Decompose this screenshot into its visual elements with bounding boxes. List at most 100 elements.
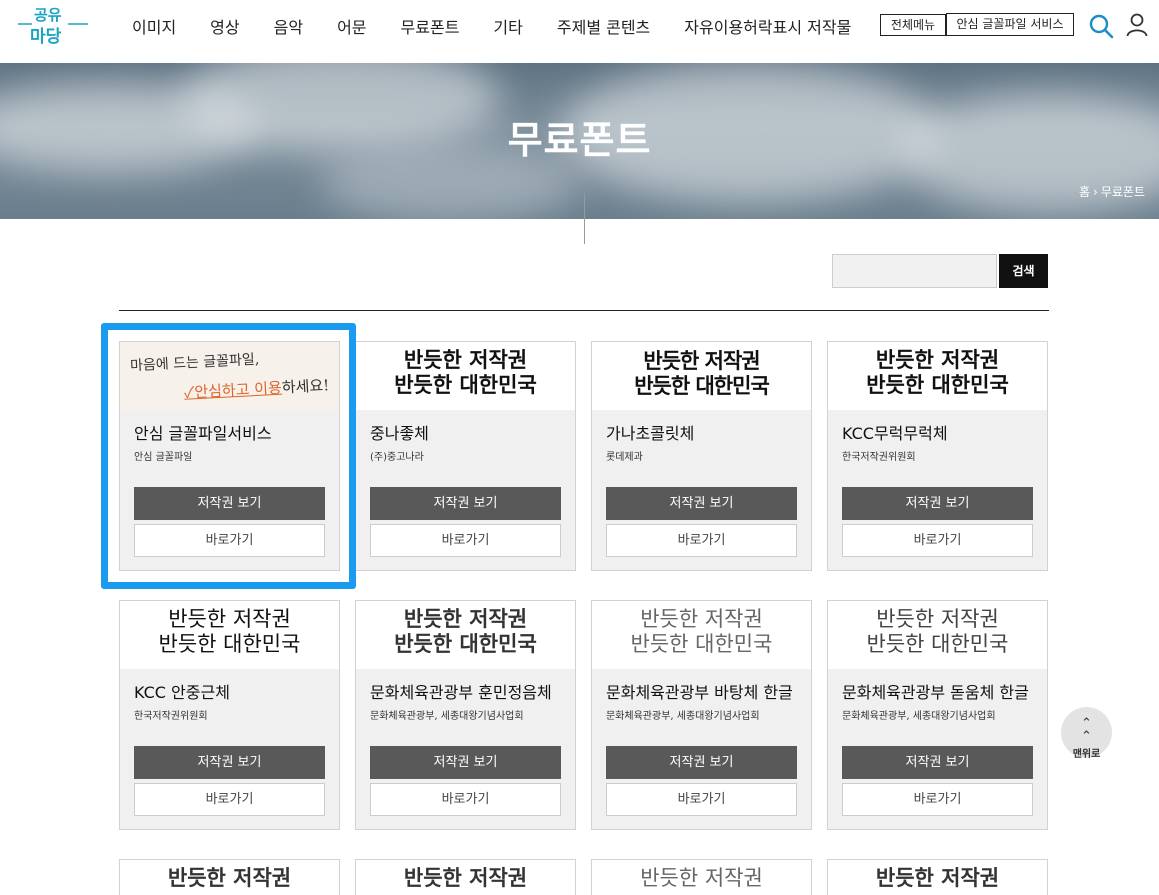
font-name: 가나초콜릿체: [606, 424, 695, 443]
font-sample-text: 반듯한 저작권 반듯한 대한민국: [394, 348, 537, 397]
nav-item-ccl-works[interactable]: 자유이용허락표시 저작물: [684, 14, 851, 38]
go-link-button[interactable]: 바로가기: [370, 524, 561, 557]
font-card: 반듯한 저작권: [591, 859, 812, 895]
breadcrumb-home[interactable]: 홈: [1079, 183, 1090, 200]
font-preview-image: 반듯한 저작권 반듯한 대한민국: [356, 342, 575, 410]
font-name: 중나좋체: [370, 424, 429, 443]
font-name: 문화체육관광부 훈민정음체: [370, 683, 552, 702]
font-preview-image: 반듯한 저작권 반듯한 대한민국: [828, 342, 1047, 410]
view-copyright-button[interactable]: 저작권 보기: [606, 746, 797, 779]
nav-item-theme-content[interactable]: 주제별 콘텐츠: [557, 14, 650, 38]
font-preview-image: 반듯한 저작권: [356, 860, 575, 895]
font-maker: 한국저작권위원회: [842, 452, 916, 463]
font-card: 반듯한 저작권 반듯한 대한민국 중나좋체 (주)중고나라 저작권 보기 바로가…: [355, 341, 576, 571]
font-card: 반듯한 저작권: [827, 859, 1048, 895]
font-card: 반듯한 저작권 반듯한 대한민국 KCC무럭무럭체 한국저작권위원회 저작권 보…: [827, 341, 1048, 571]
font-card: 반듯한 저작권 반듯한 대한민국 가나초콜릿체 롯데제과 저작권 보기 바로가기: [591, 341, 812, 571]
nav-item-etc[interactable]: 기타: [493, 14, 522, 38]
font-card: 반듯한 저작권 반듯한 대한민국 KCC 안중근체 한국저작권위원회 저작권 보…: [119, 600, 340, 830]
font-card: 반듯한 저작권 반듯한 대한민국 문화체육관광부 돋움체 한글 문화체육관광부,…: [827, 600, 1048, 830]
svg-text:마당: 마당: [30, 27, 62, 47]
view-copyright-button[interactable]: 저작권 보기: [370, 746, 561, 779]
font-preview-image: 반듯한 저작권: [120, 860, 339, 895]
font-maker: 문화체육관광부, 세종대왕기념사업회: [842, 711, 996, 722]
safe-font-service-button[interactable]: 안심 글꼴파일 서비스: [946, 13, 1074, 36]
font-maker: 롯데제과: [606, 452, 643, 463]
font-sample-text: 반듯한 저작권 반듯한 대한민국: [394, 607, 537, 656]
nav-item-music[interactable]: 음악: [274, 14, 303, 38]
go-link-button[interactable]: 바로가기: [606, 783, 797, 816]
font-preview-image: 반듯한 저작권 반듯한 대한민국: [356, 601, 575, 669]
svg-text:공유: 공유: [34, 6, 62, 24]
view-copyright-button[interactable]: 저작권 보기: [842, 487, 1033, 520]
font-name: 문화체육관광부 돋움체 한글: [842, 683, 1029, 702]
go-link-button[interactable]: 바로가기: [370, 783, 561, 816]
font-card: 마음에 드는 글꼴파일, ✓안심하고 이용하세요! 안심 글꼴파일서비스 안심 …: [119, 341, 340, 571]
page-banner: 무료폰트 홈 › 무료폰트: [0, 63, 1159, 219]
go-link-button[interactable]: 바로가기: [134, 524, 325, 557]
font-maker: 문화체육관광부, 세종대왕기념사업회: [606, 711, 760, 722]
font-preview-image: 반듯한 저작권 반듯한 대한민국: [592, 601, 811, 669]
promo-highlight: ✓안심하고 이용: [183, 378, 283, 402]
font-preview-image: 마음에 드는 글꼴파일, ✓안심하고 이용하세요!: [120, 342, 339, 410]
nav-item-free-font[interactable]: 무료폰트: [401, 14, 460, 38]
view-copyright-button[interactable]: 저작권 보기: [370, 487, 561, 520]
font-sample-text: 반듯한 저작권: [640, 866, 763, 890]
site-logo[interactable]: 공유 마당: [18, 2, 90, 52]
font-name: KCC 안중근체: [134, 683, 230, 702]
double-chevron-up-icon: ⌃ ⌃: [1081, 716, 1092, 744]
promo-line2: ✓안심하고 이용하세요!: [184, 374, 330, 403]
font-maker: 안심 글꼴파일: [134, 452, 193, 463]
font-maker: 문화체육관광부, 세종대왕기념사업회: [370, 711, 524, 722]
font-preview-image: 반듯한 저작권 반듯한 대한민국: [120, 601, 339, 669]
font-card: 반듯한 저작권 반듯한 대한민국 문화체육관광부 바탕체 한글 문화체육관광부,…: [591, 600, 812, 830]
font-preview-image: 반듯한 저작권 반듯한 대한민국: [592, 342, 811, 410]
font-sample-text: 반듯한 저작권 반듯한 대한민국: [634, 348, 770, 398]
view-copyright-button[interactable]: 저작권 보기: [134, 746, 325, 779]
site-header: 공유 마당 이미지 영상 음악 어문 무료폰트 기타 주제별 콘텐츠 자유이용허…: [0, 0, 1159, 63]
promo-rest: 하세요!: [281, 376, 330, 397]
search-input[interactable]: [832, 254, 997, 288]
font-card: 반듯한 저작권: [119, 859, 340, 895]
scroll-to-top-button[interactable]: ⌃ ⌃ 맨위로: [1061, 707, 1112, 760]
font-sample-text: 반듯한 저작권: [167, 866, 292, 890]
breadcrumb: 홈 › 무료폰트: [1079, 183, 1148, 200]
font-preview-image: 반듯한 저작권: [828, 860, 1047, 895]
all-menu-button[interactable]: 전체메뉴: [880, 14, 946, 36]
font-sample-text: 반듯한 저작권 반듯한 대한민국: [866, 348, 1009, 397]
search-button[interactable]: 검색: [999, 254, 1048, 288]
go-link-button[interactable]: 바로가기: [842, 524, 1033, 557]
font-name: 안심 글꼴파일서비스: [134, 424, 272, 443]
page-title: 무료폰트: [507, 118, 652, 162]
nav-item-image[interactable]: 이미지: [132, 14, 176, 38]
chevron-right-icon: ›: [1093, 184, 1098, 199]
font-name: 문화체육관광부 바탕체 한글: [606, 683, 793, 702]
view-copyright-button[interactable]: 저작권 보기: [606, 487, 797, 520]
nav-item-text[interactable]: 어문: [337, 14, 366, 38]
view-copyright-button[interactable]: 저작권 보기: [842, 746, 1033, 779]
main-nav: 이미지 영상 음악 어문 무료폰트 기타 주제별 콘텐츠 자유이용허락표시 저작…: [132, 14, 885, 38]
view-copyright-button[interactable]: 저작권 보기: [134, 487, 325, 520]
font-sample-text: 반듯한 저작권 반듯한 대한민국: [866, 607, 1009, 656]
list-top-divider: [119, 310, 1049, 311]
font-sample-text: 반듯한 저작권: [875, 866, 1000, 890]
font-preview-image: 반듯한 저작권: [592, 860, 811, 895]
font-sample-text: 반듯한 저작권: [403, 866, 528, 890]
user-icon[interactable]: [1126, 13, 1148, 37]
breadcrumb-current[interactable]: 무료폰트: [1101, 183, 1145, 200]
font-sample-text: 반듯한 저작권 반듯한 대한민국: [630, 607, 773, 656]
font-maker: (주)중고나라: [370, 452, 424, 463]
go-link-button[interactable]: 바로가기: [606, 524, 797, 557]
go-link-button[interactable]: 바로가기: [842, 783, 1033, 816]
font-sample-text: 반듯한 저작권 반듯한 대한민국: [158, 607, 301, 656]
font-preview-image: 반듯한 저작권 반듯한 대한민국: [828, 601, 1047, 669]
search-icon[interactable]: [1088, 13, 1114, 39]
title-divider-line: [584, 193, 585, 244]
font-name: KCC무럭무럭체: [842, 424, 948, 443]
go-link-button[interactable]: 바로가기: [134, 783, 325, 816]
font-card: 반듯한 저작권: [355, 859, 576, 895]
font-card: 반듯한 저작권 반듯한 대한민국 문화체육관광부 훈민정음체 문화체육관광부, …: [355, 600, 576, 830]
nav-item-video[interactable]: 영상: [210, 14, 239, 38]
promo-line1: 마음에 드는 글꼴파일,: [129, 351, 260, 375]
scroll-to-top-label: 맨위로: [1072, 749, 1101, 760]
